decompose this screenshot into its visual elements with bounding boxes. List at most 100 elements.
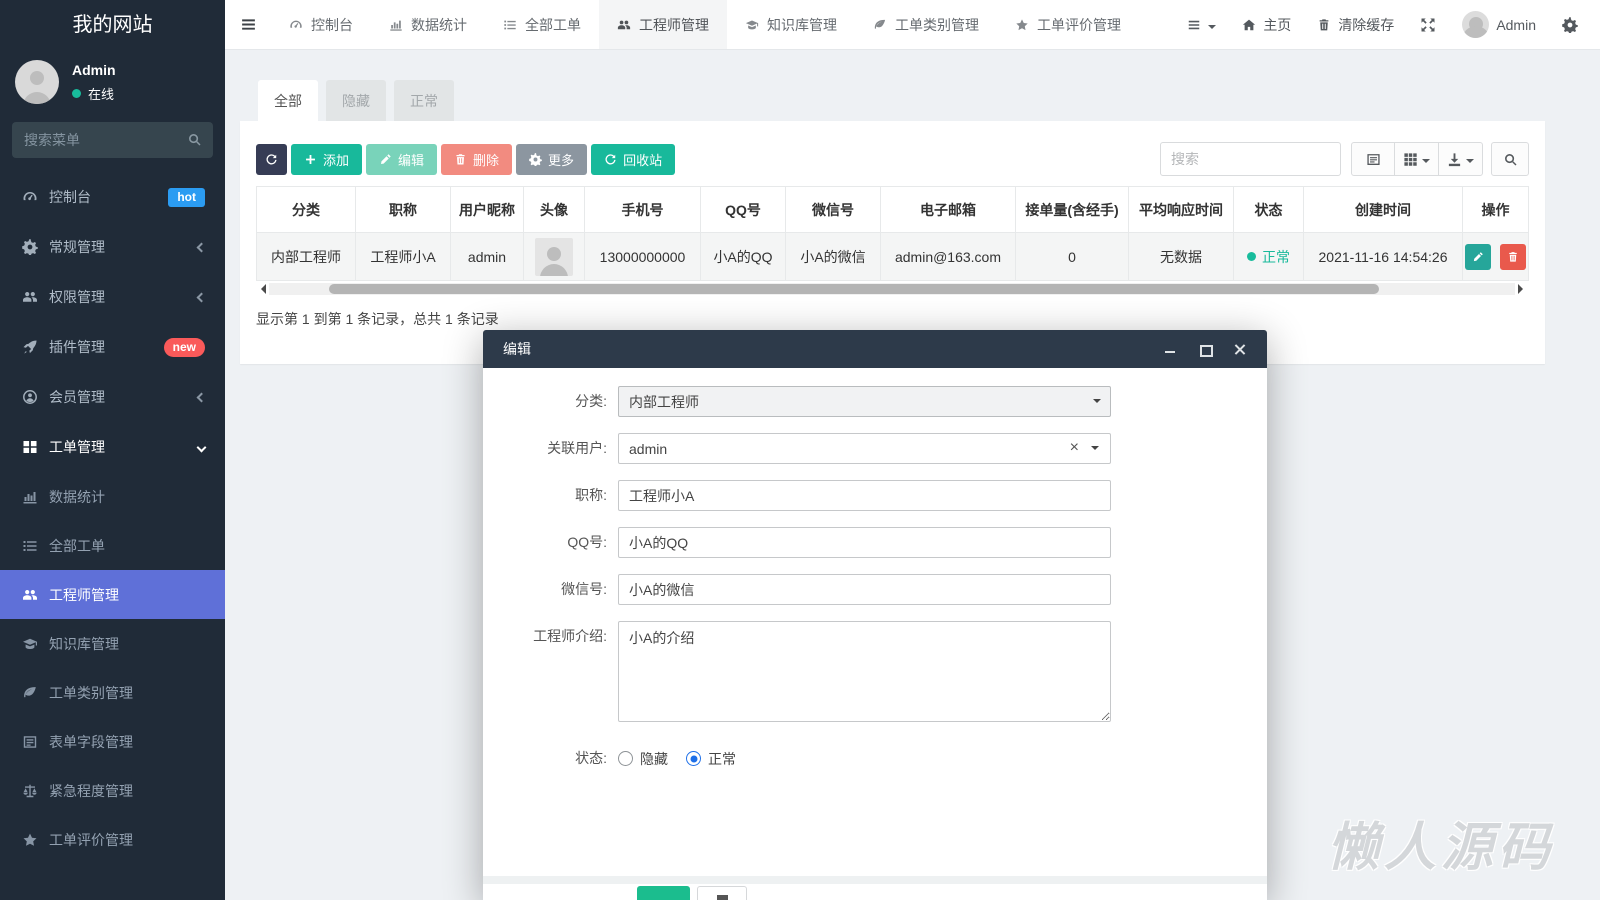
intro-textarea[interactable]: 小A的介绍 <box>618 621 1111 722</box>
tab-knowledge[interactable]: 知识库管理 <box>727 0 855 49</box>
cell-operations <box>1463 233 1529 281</box>
cell-avg-response: 无数据 <box>1129 233 1234 281</box>
tab-dashboard[interactable]: 控制台 <box>271 0 371 49</box>
settings-gear-icon[interactable] <box>1562 17 1578 33</box>
cell-job-title: 工程师小A <box>356 233 451 281</box>
sidebar-search-input[interactable] <box>12 122 213 158</box>
scroll-right-arrow[interactable] <box>1518 284 1528 294</box>
wechat-input[interactable] <box>618 574 1111 605</box>
sidebar-subitem-knowledge[interactable]: 知识库管理 <box>0 619 225 668</box>
top-navbar: 控制台 数据统计 全部工单 工程师管理 知识库管理 工单类别管理 工单评价管理 <box>225 0 1600 50</box>
sidebar-item-general[interactable]: 常规管理 <box>0 222 225 272</box>
sidebar-subitem-ratings[interactable]: 工单评价管理 <box>0 815 225 864</box>
sidebar-item-dashboard[interactable]: 控制台 hot <box>0 172 225 222</box>
sidebar-subitem-all-tickets[interactable]: 全部工单 <box>0 521 225 570</box>
recycle-button-label: 回收站 <box>623 150 662 169</box>
form-icon <box>22 734 38 750</box>
hamburger-menu-icon[interactable] <box>225 0 271 49</box>
sidebar-item-label: 常规管理 <box>49 237 105 257</box>
recycle-bin-button[interactable]: 回收站 <box>591 144 675 175</box>
caret-down-icon <box>1093 399 1101 407</box>
tab-ratings[interactable]: 工单评价管理 <box>997 0 1139 49</box>
tab-all-tickets[interactable]: 全部工单 <box>485 0 599 49</box>
delete-button[interactable]: 删除 <box>441 144 512 175</box>
leaf-icon <box>873 18 887 32</box>
sidebar-item-label: 全部工单 <box>49 536 105 556</box>
export-button[interactable] <box>1438 142 1483 176</box>
refresh-button[interactable] <box>256 144 287 175</box>
bar-chart-icon <box>22 489 38 505</box>
sidebar-item-addon[interactable]: 插件管理 new <box>0 322 225 372</box>
cell-wechat: 小A的微信 <box>786 233 881 281</box>
graduation-cap-icon <box>22 636 38 652</box>
nav-tabs-dropdown[interactable] <box>1187 17 1216 33</box>
col-header: 头像 <box>524 187 585 233</box>
sidebar-item-label: 工单管理 <box>49 437 105 457</box>
columns-button[interactable] <box>1394 142 1439 176</box>
watermark: 懒人源码 <box>1327 805 1555 880</box>
scrollbar-track[interactable] <box>269 283 1515 295</box>
category-select[interactable]: 内部工程师 <box>618 386 1111 417</box>
job-title-input[interactable] <box>618 480 1111 511</box>
cell-orders: 0 <box>1016 233 1129 281</box>
modal-reset-button[interactable] <box>697 886 747 900</box>
sidebar-item-member[interactable]: 会员管理 <box>0 372 225 422</box>
user-circle-icon <box>22 389 38 405</box>
fullscreen-icon[interactable] <box>1420 17 1436 33</box>
list-icon <box>503 18 517 32</box>
nav-home[interactable]: 主页 <box>1242 15 1291 35</box>
sidebar-item-workorder[interactable]: 工单管理 <box>0 422 225 472</box>
sidebar-subitem-engineers[interactable]: 工程师管理 <box>0 570 225 619</box>
tab-label: 数据统计 <box>411 15 467 35</box>
toolbar-right <box>1160 142 1529 176</box>
modal-header[interactable]: 编辑 <box>483 330 1267 368</box>
chevron-left-icon <box>197 292 207 302</box>
sidebar-subitem-statistics[interactable]: 数据统计 <box>0 472 225 521</box>
scrollbar-thumb[interactable] <box>329 284 1379 294</box>
user-status-label: 在线 <box>88 84 114 103</box>
edit-button[interactable]: 编辑 <box>366 144 437 175</box>
clear-icon[interactable]: × <box>1070 438 1079 458</box>
radio-normal[interactable] <box>686 751 701 766</box>
job-title-label: 职称: <box>483 480 618 511</box>
table-row[interactable]: 内部工程师 工程师小A admin 13000000000 小A的QQ 小A的微… <box>257 233 1529 281</box>
filter-tab-all[interactable]: 全部 <box>258 80 318 121</box>
col-header: 状态 <box>1234 187 1304 233</box>
more-button-label: 更多 <box>548 150 574 169</box>
tab-statistics[interactable]: 数据统计 <box>371 0 485 49</box>
more-button[interactable]: 更多 <box>516 144 587 175</box>
radio-hidden[interactable] <box>618 751 633 766</box>
cell-status: 正常 <box>1234 233 1304 281</box>
sidebar-item-label: 工单评价管理 <box>49 830 133 850</box>
sidebar-subitem-categories[interactable]: 工单类别管理 <box>0 668 225 717</box>
scroll-left-arrow[interactable] <box>256 284 266 294</box>
tab-engineers[interactable]: 工程师管理 <box>599 0 727 49</box>
edit-button-label: 编辑 <box>398 150 424 169</box>
add-button[interactable]: 添加 <box>291 144 362 175</box>
tab-categories[interactable]: 工单类别管理 <box>855 0 997 49</box>
maximize-icon[interactable] <box>1198 342 1212 356</box>
table-search-input[interactable] <box>1160 142 1341 176</box>
nav-user[interactable]: Admin <box>1462 11 1536 38</box>
records-summary: 显示第 1 到第 1 条记录，总共 1 条记录 <box>256 309 499 329</box>
advanced-search-button[interactable] <box>1491 142 1529 176</box>
user-select-input[interactable] <box>618 433 1111 464</box>
col-header: 接单量(含经手) <box>1016 187 1129 233</box>
sidebar-subitem-form-fields[interactable]: 表单字段管理 <box>0 717 225 766</box>
row-delete-button[interactable] <box>1500 244 1526 270</box>
minimize-icon[interactable] <box>1163 342 1177 356</box>
site-title: 我的网站 <box>0 0 225 50</box>
detail-view-button[interactable] <box>1351 142 1395 176</box>
form-row-user: 关联用户: × <box>483 433 1267 464</box>
modal-submit-button[interactable] <box>637 886 690 900</box>
radio-hidden-label: 隐藏 <box>640 749 668 769</box>
sidebar-item-auth[interactable]: 权限管理 <box>0 272 225 322</box>
row-edit-button[interactable] <box>1465 244 1491 270</box>
filter-tab-hidden[interactable]: 隐藏 <box>326 80 386 121</box>
close-icon[interactable] <box>1233 342 1247 356</box>
qq-input[interactable] <box>618 527 1111 558</box>
sidebar-subitem-urgency[interactable]: 紧急程度管理 <box>0 766 225 815</box>
filter-tab-normal[interactable]: 正常 <box>394 80 454 121</box>
nav-clear-cache[interactable]: 清除缓存 <box>1317 15 1394 35</box>
rocket-icon <box>22 339 38 355</box>
